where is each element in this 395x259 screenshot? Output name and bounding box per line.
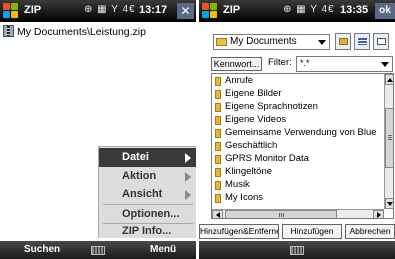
status-icons[interactable]: ⊕ ▦ Y 4€ <box>283 4 335 15</box>
menu-item-label: Optionen... <box>122 208 180 220</box>
clock[interactable]: 13:17 <box>139 4 167 16</box>
folder-up-icon <box>339 38 348 45</box>
list-item[interactable]: Musik <box>212 179 384 191</box>
folder-icon <box>215 155 221 164</box>
clock[interactable]: 13:35 <box>340 4 368 16</box>
title-bar: ZIP ⊕ ▦ Y 4€ 13:35 ok <box>199 0 395 22</box>
folder-icon <box>216 38 227 46</box>
new-page-icon <box>377 38 386 45</box>
list-item-label: Eigene Bilder <box>225 88 282 99</box>
submenu-arrow-icon <box>185 153 191 163</box>
folder-icon <box>215 194 221 203</box>
file-list: Anrufe Eigene Bilder Eigene Sprachnotize… <box>211 73 394 219</box>
add-button[interactable]: Hinzufügen <box>282 224 342 239</box>
list-item[interactable]: Klingeltöne <box>212 166 384 178</box>
list-item-label: Klingeltöne <box>225 166 273 177</box>
scroll-down-icon[interactable] <box>385 198 393 209</box>
windows-start-icon[interactable] <box>3 3 19 19</box>
list-item[interactable]: Eigene Sprachnotizen <box>212 101 384 113</box>
windows-start-icon[interactable] <box>202 3 218 19</box>
menu-item-zip-info[interactable]: ZIP Info... <box>99 224 196 239</box>
archive-path: My Documents\Leistung.zip <box>3 25 146 39</box>
list-item-label: Musik <box>225 179 250 190</box>
list-item-label: Eigene Videos <box>225 114 287 125</box>
scroll-thumb[interactable] <box>225 210 337 218</box>
title-bar: ZIP ⊕ ▦ Y 4€ 13:17 ✕ <box>0 0 196 22</box>
scroll-left-icon[interactable] <box>212 210 223 218</box>
list-item[interactable]: Gemeinsame Verwendung von Blue <box>212 127 384 139</box>
menu-item-aktion[interactable]: Aktion <box>99 167 196 186</box>
password-button[interactable]: Kennwort... <box>211 57 262 71</box>
list-item[interactable]: Geschäftlich <box>212 140 384 152</box>
scroll-up-icon[interactable] <box>385 74 393 85</box>
folder-icon <box>215 103 221 112</box>
list-item[interactable]: Eigene Videos <box>212 114 384 126</box>
keyboard-icon[interactable] <box>91 246 105 255</box>
folder-select[interactable]: My Documents <box>213 34 330 50</box>
scroll-right-icon[interactable] <box>373 210 384 218</box>
status-icons[interactable]: ⊕ ▦ Y 4€ <box>84 4 136 15</box>
cancel-button[interactable]: Abbrechen <box>345 224 395 239</box>
menu-item-label: Aktion <box>122 170 157 182</box>
archive-path-text: My Documents\Leistung.zip <box>17 26 146 38</box>
view-mode-button[interactable] <box>354 33 370 50</box>
folder-icon <box>215 90 221 99</box>
filter-select[interactable]: *.* <box>296 56 393 72</box>
context-menu: Datei Aktion Ansicht Optionen... ZIP Inf… <box>98 146 196 238</box>
folder-up-button[interactable] <box>335 33 351 50</box>
left-screen: ZIP ⊕ ▦ Y 4€ 13:17 ✕ My Documents\Leistu… <box>0 0 196 259</box>
menu-item-label: ZIP Info... <box>122 225 172 237</box>
menu-item-ansicht[interactable]: Ansicht <box>99 185 196 204</box>
list-view-icon <box>358 38 367 45</box>
soft-key-bar: Suchen Menü <box>0 241 196 259</box>
list-item-label: Eigene Sprachnotizen <box>225 101 318 112</box>
filter-value: *.* <box>300 58 310 68</box>
submenu-arrow-icon <box>185 172 191 182</box>
list-item-label: Gemeinsame Verwendung von Blue <box>225 127 377 138</box>
list-item-label: GPRS Monitor Data <box>225 153 309 164</box>
horizontal-scrollbar[interactable] <box>212 209 384 218</box>
list-item-label: Geschäftlich <box>225 140 278 151</box>
folder-icon <box>215 142 221 151</box>
chevron-down-icon <box>381 62 389 67</box>
right-screen: ZIP ⊕ ▦ Y 4€ 13:35 ok My Documents Kennw… <box>199 0 395 259</box>
add-remove-button[interactable]: Hinzufügen&Entfernen <box>199 224 279 239</box>
folder-icon <box>215 129 221 138</box>
folder-icon <box>215 181 221 190</box>
menu-item-label: Datei <box>122 151 149 163</box>
list-item-label: Anrufe <box>225 75 253 86</box>
menu-item-optionen[interactable]: Optionen... <box>99 205 196 224</box>
list-item[interactable]: GPRS Monitor Data <box>212 153 384 165</box>
soft-key-bar <box>199 241 395 259</box>
list-item[interactable]: My Icons <box>212 192 384 204</box>
chevron-down-icon <box>318 40 326 45</box>
submenu-arrow-icon <box>185 190 191 200</box>
list-item-label: My Icons <box>225 192 264 203</box>
vertical-scrollbar[interactable] <box>384 74 393 209</box>
folder-icon <box>215 168 221 177</box>
app-title: ZIP <box>223 4 241 16</box>
close-button[interactable]: ✕ <box>177 3 194 19</box>
softkey-menu[interactable]: Menü <box>150 244 176 255</box>
file-list-rows: Anrufe Eigene Bilder Eigene Sprachnotize… <box>212 74 384 209</box>
folder-select-value: My Documents <box>230 36 297 47</box>
softkey-suchen[interactable]: Suchen <box>24 244 60 255</box>
list-item[interactable]: Anrufe <box>212 75 384 87</box>
menu-item-label: Ansicht <box>122 188 163 200</box>
menu-item-datei[interactable]: Datei <box>99 148 196 167</box>
keyboard-icon[interactable] <box>290 246 304 255</box>
app-title: ZIP <box>24 4 42 16</box>
folder-icon <box>215 77 221 86</box>
filter-label: Filter: <box>268 57 292 68</box>
ok-button[interactable]: ok <box>375 3 395 19</box>
folder-icon <box>215 116 221 125</box>
scroll-thumb[interactable] <box>385 108 393 168</box>
list-item[interactable]: Eigene Bilder <box>212 88 384 100</box>
zip-file-icon <box>3 25 14 37</box>
new-item-button[interactable] <box>373 33 389 50</box>
